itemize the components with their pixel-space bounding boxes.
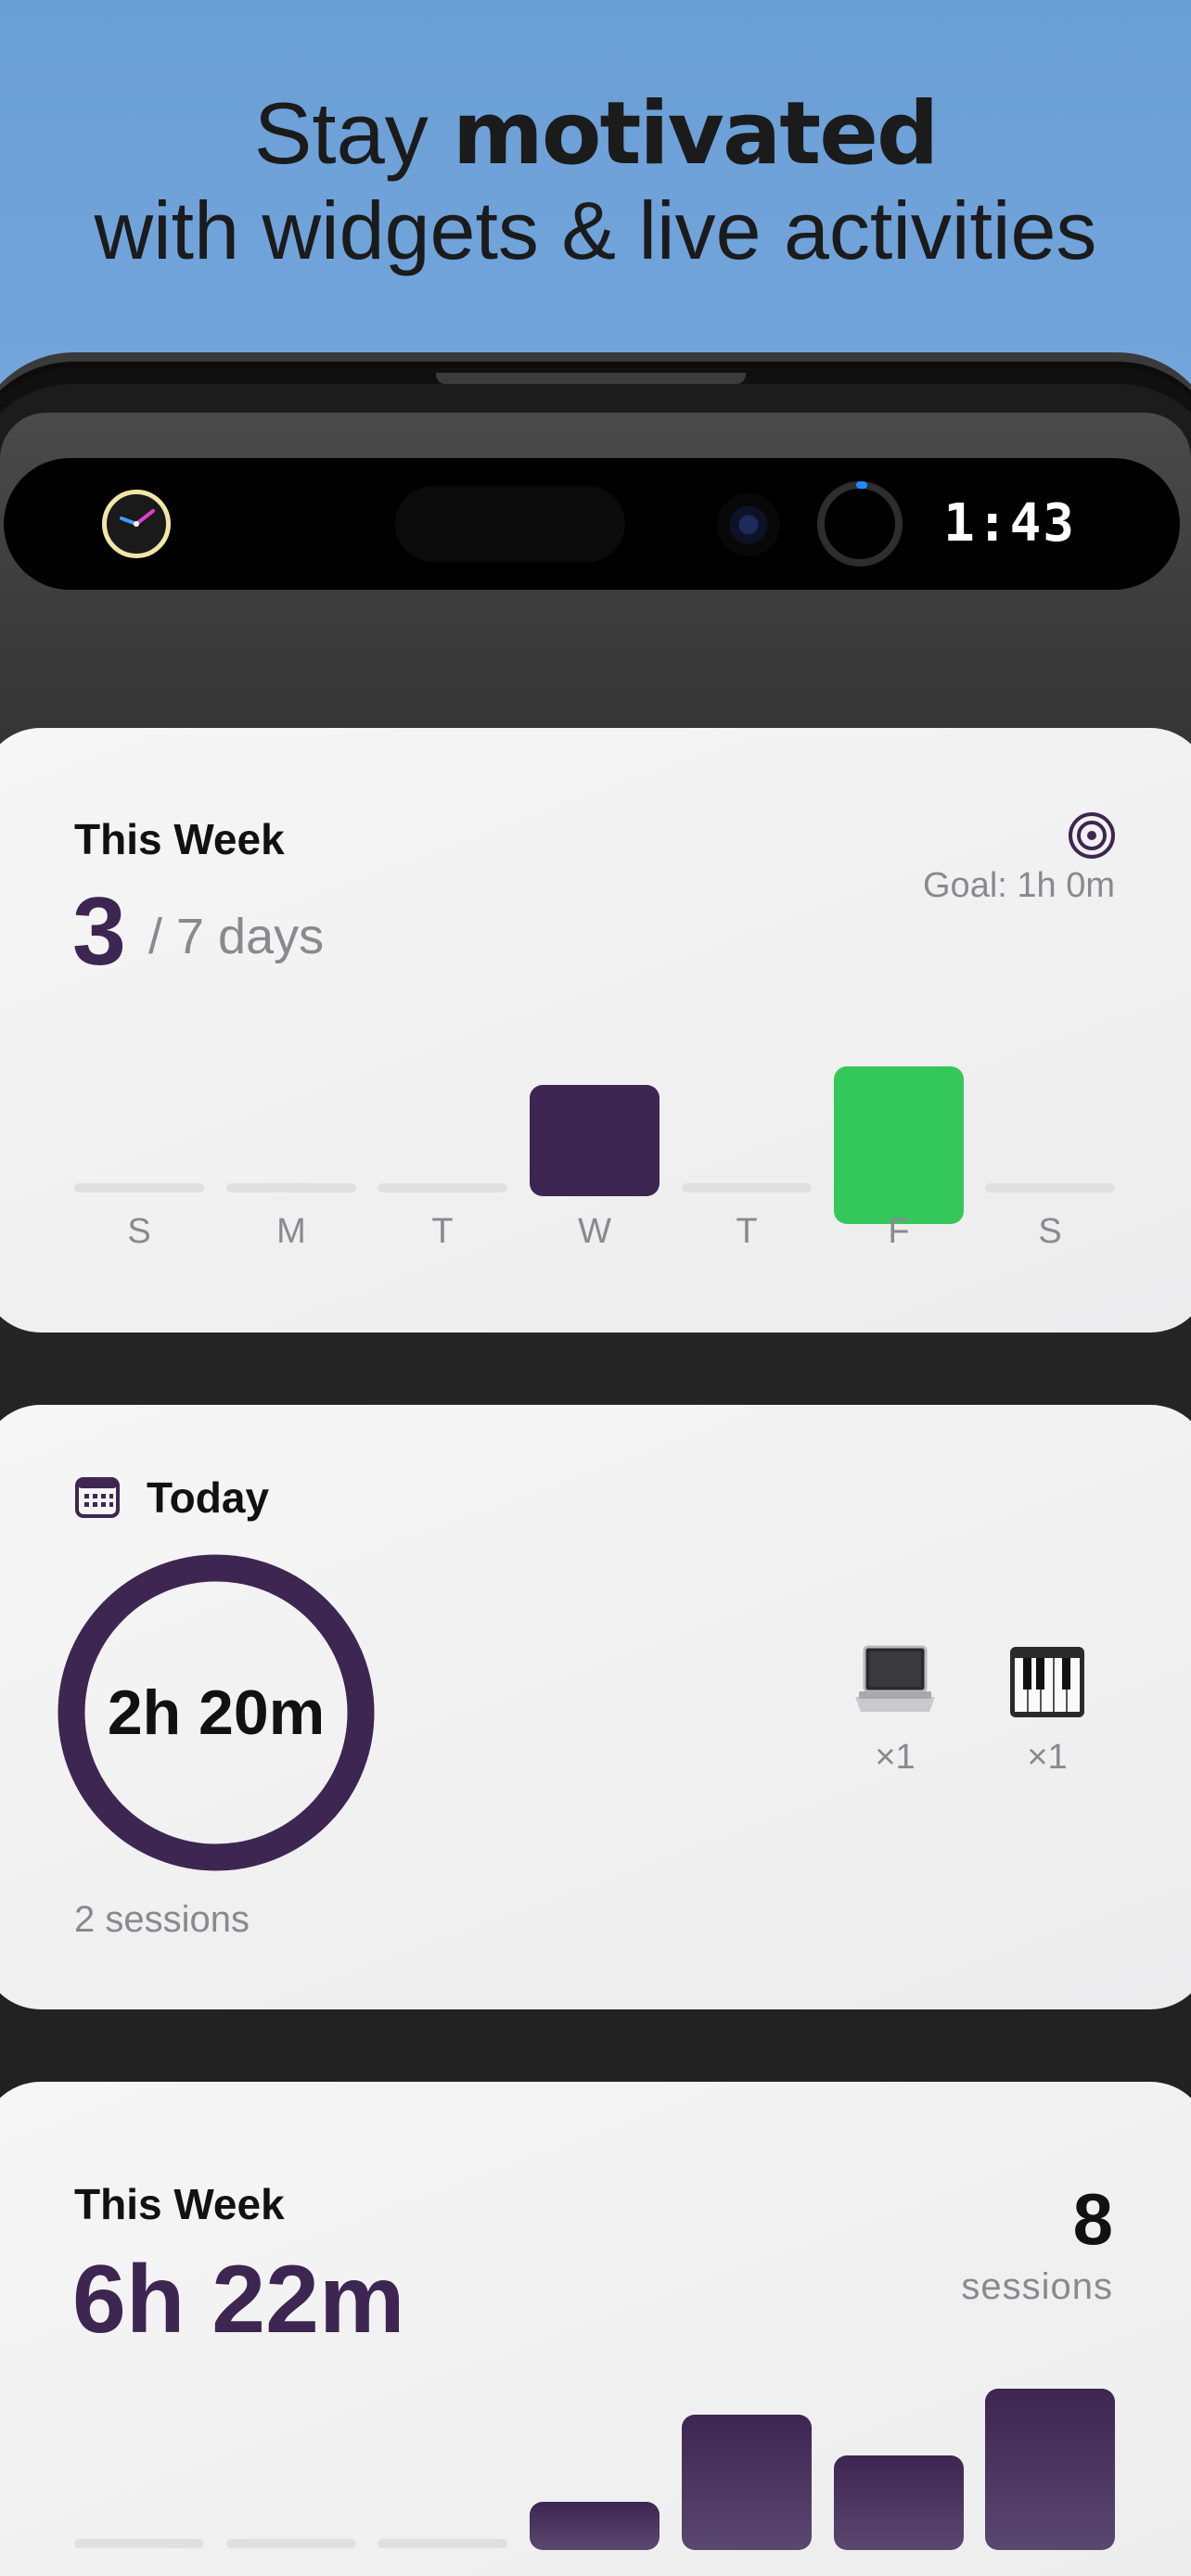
week-duration: 6h 22m [72,2246,405,2353]
calendar-icon [74,1474,121,1519]
target-icon [1067,810,1117,861]
days-total: / 7 days [148,909,325,964]
day-bar [682,2415,812,2550]
headline-bold-word: motivated [452,83,939,185]
goal-label: Goal: 1h 0m [923,866,1115,905]
progress-ring-icon [814,478,905,569]
day-bar [985,2389,1115,2550]
day-label: W [578,1212,611,1251]
today-duration: 2h 20m [107,1677,326,1748]
widget-title: This Week [74,815,285,863]
day-label: S [1038,1212,1062,1251]
piano-icon [1005,1643,1089,1726]
widget-title: This Week [74,2180,285,2228]
day-bar-goal-met [834,1066,964,1224]
day-label: T [431,1212,454,1251]
day-bar [834,2455,964,2550]
week-session-label: sessions [961,2266,1113,2307]
day-label: M [276,1212,306,1251]
laptop-icon [853,1643,937,1726]
activity-count: ×1 [875,1738,916,1777]
headline-prefix: Stay [253,84,453,182]
headline: Stay motivated with widgets & live activ… [0,85,1191,279]
day-bar-empty [226,1183,356,1192]
days-count: 3 [72,878,126,986]
island-sensor-pill [395,486,625,562]
day-label: T [736,1212,758,1251]
day-bar-empty [378,1183,507,1192]
day-bar [530,2502,660,2550]
headline-line-2: with widgets & live activities [94,185,1097,276]
phone-side-button [436,373,746,384]
camera-lens [717,493,780,556]
week-session-count: 8 [1072,2178,1113,2260]
clock-icon [102,490,171,558]
day-bar-empty [226,2539,356,2548]
day-bar-empty [378,2539,507,2548]
day-bar-active [530,1085,660,1196]
today-session-count: 2 sessions [74,1899,250,1940]
day-bar-empty [74,2539,204,2548]
day-bar-empty [985,1183,1115,1192]
day-label: S [127,1212,151,1251]
headline-line-1: Stay motivated [0,85,1191,183]
widget-title: Today [147,1473,270,1522]
day-label: F [888,1212,910,1251]
day-bar-empty [74,1183,204,1192]
live-activity-timer: 1:43 [943,493,1076,554]
day-bar-empty [682,1183,812,1192]
activity-count: ×1 [1027,1738,1068,1777]
